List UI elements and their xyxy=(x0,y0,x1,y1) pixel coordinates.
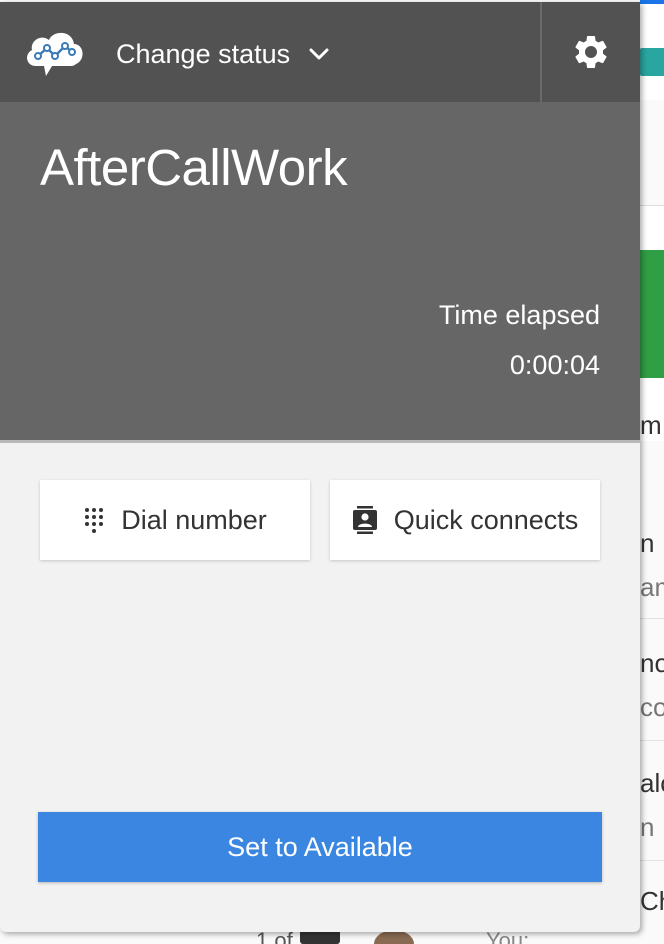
background-divider xyxy=(640,618,664,619)
set-to-available-button[interactable]: Set to Available xyxy=(38,812,602,882)
dial-number-label: Dial number xyxy=(121,504,267,535)
background-message: You: xyxy=(486,930,530,944)
quick-connects-button[interactable]: Quick connects xyxy=(330,480,600,560)
contact-book-icon xyxy=(352,506,378,534)
background-green-block xyxy=(640,250,664,378)
background-text: m xyxy=(640,410,662,440)
agent-state-name: AfterCallWork xyxy=(40,139,348,196)
background-divider xyxy=(640,860,664,861)
quick-connects-label: Quick connects xyxy=(393,504,579,535)
dialpad-icon xyxy=(83,507,105,533)
dial-number-button[interactable]: Dial number xyxy=(40,480,310,560)
agent-state-panel: AfterCallWork Time elapsed 0:00:04 xyxy=(0,102,640,440)
contact-control-panel: Change status AfterCallWork Time elapsed… xyxy=(0,2,640,932)
settings-button[interactable] xyxy=(542,2,640,102)
background-thumbnail xyxy=(300,930,340,944)
change-status-label: Change status xyxy=(116,38,291,69)
gear-icon xyxy=(571,32,611,72)
state-divider xyxy=(0,440,640,443)
background-text: Ch xyxy=(640,886,664,916)
ccp-header: Change status xyxy=(0,2,640,102)
background-text: co xyxy=(640,692,664,722)
background-text: no xyxy=(640,648,664,678)
time-elapsed-label: Time elapsed xyxy=(438,300,600,330)
background-text: n xyxy=(640,812,655,842)
background-text: alo xyxy=(640,768,664,798)
background-app-icon xyxy=(640,48,664,76)
background-page-indicator: 1 of xyxy=(256,930,293,944)
background-divider xyxy=(640,740,664,741)
chevron-down-icon xyxy=(308,47,330,61)
time-elapsed-value: 0:00:04 xyxy=(509,350,600,380)
change-status-dropdown[interactable]: Change status xyxy=(116,32,330,76)
background-text: n xyxy=(640,528,655,558)
background-text: am xyxy=(640,572,664,602)
background-bottom-row: 1 of You: xyxy=(250,930,664,944)
background-avatar xyxy=(374,930,414,944)
cloud-network-icon xyxy=(22,26,86,82)
